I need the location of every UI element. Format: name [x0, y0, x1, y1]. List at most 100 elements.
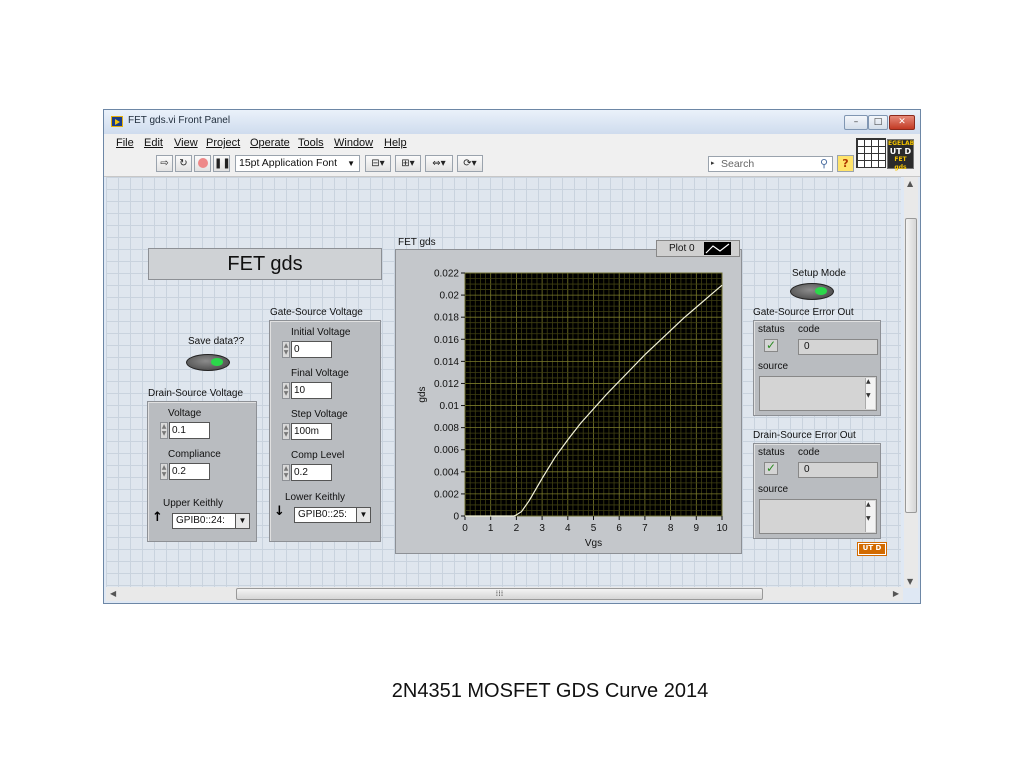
scroll-up-icon[interactable]: ▲: [907, 179, 913, 188]
gs-code-label: code: [798, 324, 820, 335]
ds-status-label: status: [758, 447, 785, 458]
lower-keithly-value: GPIB0::25:: [298, 509, 347, 520]
connector-pane-icon[interactable]: [856, 138, 886, 168]
initial-voltage-label: Initial Voltage: [291, 327, 351, 338]
resize-objects-icon[interactable]: ⇔▾: [425, 155, 453, 172]
step-voltage-field[interactable]: 100m: [291, 423, 332, 440]
final-voltage-increment-icon[interactable]: ▲ ▼: [282, 382, 290, 399]
y-tick-label: 0.022: [434, 269, 459, 280]
x-tick-label: 5: [591, 523, 597, 534]
y-tick-label: 0.008: [434, 423, 459, 434]
comp-level-field[interactable]: 0.2: [291, 464, 332, 481]
ds-source-field[interactable]: ▲ ▼: [759, 499, 877, 534]
ds-compliance-field[interactable]: 0.2: [169, 463, 210, 480]
menu-view[interactable]: View: [174, 137, 198, 149]
vertical-scrollbar[interactable]: ▲ ▼: [904, 177, 918, 588]
scroll-right-icon[interactable]: ▶: [893, 589, 899, 598]
x-tick-label: 7: [642, 523, 648, 534]
gs-code-value: 0: [804, 341, 810, 352]
upper-keithly-value: GPIB0::24:: [176, 515, 225, 526]
chevron-down-icon[interactable]: ▼: [235, 514, 249, 528]
chevron-down-icon[interactable]: ▼: [356, 508, 370, 522]
abort-icon[interactable]: [194, 155, 211, 172]
x-tick-label: 10: [716, 523, 728, 534]
scroll-down-icon[interactable]: ▼: [907, 577, 913, 586]
align-objects-icon[interactable]: ⊟▾: [365, 155, 391, 172]
x-tick-label: 4: [565, 523, 571, 534]
y-tick-label: 0: [453, 512, 459, 523]
context-help-button[interactable]: ?: [837, 155, 854, 172]
comp-level-label: Comp Level: [291, 450, 345, 461]
run-continuously-icon[interactable]: ↻: [175, 155, 192, 172]
drain-source-label: Drain-Source Voltage: [148, 388, 244, 399]
x-tick-label: 8: [668, 523, 674, 534]
ds-compliance-increment-icon[interactable]: ▲ ▼: [160, 463, 168, 480]
x-tick-label: 1: [488, 523, 494, 534]
ds-code-indicator: 0: [798, 462, 878, 478]
arrow-down-icon: ↓: [274, 504, 285, 519]
close-button[interactable]: ✕: [889, 115, 915, 130]
gs-source-field[interactable]: ▲ ▼: [759, 376, 877, 411]
save-data-label: Save data??: [188, 336, 245, 347]
labview-app-icon: [111, 116, 123, 127]
gs-status-check-icon: ✓: [764, 338, 778, 352]
x-tick-label: 2: [514, 523, 520, 534]
vertical-scroll-thumb[interactable]: [905, 218, 917, 513]
menu-project[interactable]: Project: [206, 137, 240, 149]
x-tick-label: 6: [616, 523, 622, 534]
menu-tools[interactable]: Tools: [298, 137, 324, 149]
y-tick-label: 0.014: [434, 357, 459, 368]
gs-source-scrollbar[interactable]: ▲ ▼: [865, 378, 875, 409]
initial-voltage-field[interactable]: 0: [291, 341, 332, 358]
upper-keithly-select[interactable]: GPIB0::24: ▼: [172, 513, 250, 529]
minimize-button[interactable]: –: [844, 115, 868, 130]
x-tick-label: 9: [694, 523, 700, 534]
vi-icon-line-3: FET gds: [894, 156, 907, 171]
initial-voltage-increment-icon[interactable]: ▲ ▼: [282, 341, 290, 358]
ds-error-cluster: status code ✓ 0 source ▲ ▼: [753, 443, 881, 539]
title-bar: FET gds.vi Front Panel – □ ✕: [104, 110, 920, 134]
menu-bar: File Edit View Project Operate Tools Win…: [104, 134, 920, 152]
ds-voltage-field[interactable]: 0.1: [169, 422, 210, 439]
setup-mode-button[interactable]: [790, 283, 834, 300]
gds-chart: 0 1 2 3 4 5 6 7 8 9 10 0 0.002 0.004 0.006 0.008 0.01 0.0…: [417, 269, 728, 550]
search-icon[interactable]: ⚲: [820, 157, 828, 171]
horizontal-scroll-thumb[interactable]: ⁞⁞⁞: [236, 588, 763, 600]
y-tick-label: 0.012: [434, 379, 459, 390]
distribute-objects-icon[interactable]: ⊞▾: [395, 155, 421, 172]
font-select[interactable]: 15pt Application Font ▼: [235, 155, 360, 172]
graph-label: FET gds: [398, 237, 436, 248]
step-voltage-increment-icon[interactable]: ▲ ▼: [282, 423, 290, 440]
scroll-left-icon[interactable]: ◀: [110, 589, 116, 598]
ds-voltage-increment-icon[interactable]: ▲ ▼: [160, 422, 168, 439]
ds-error-label: Drain-Source Error Out: [753, 430, 856, 441]
lower-keithly-select[interactable]: GPIB0::25: ▼: [294, 507, 371, 523]
menu-edit[interactable]: Edit: [144, 137, 163, 149]
y-tick-label: 0.002: [434, 489, 459, 500]
y-tick-label: 0.016: [434, 335, 459, 346]
menu-window[interactable]: Window: [334, 137, 373, 149]
labview-window: FET gds.vi Front Panel – □ ✕ File Edit V…: [103, 109, 921, 604]
ds-status-check-icon: ✓: [764, 461, 778, 475]
gs-code-indicator: 0: [798, 339, 878, 355]
maximize-button[interactable]: □: [868, 115, 888, 130]
save-data-button[interactable]: [186, 354, 230, 371]
pause-icon[interactable]: ❚❚: [213, 155, 231, 172]
x-tick-label: 0: [462, 523, 468, 534]
run-arrow-icon[interactable]: ⇨: [156, 155, 173, 172]
menu-file[interactable]: File: [116, 137, 134, 149]
ds-source-scrollbar[interactable]: ▲ ▼: [865, 501, 875, 532]
y-tick-label: 0.004: [434, 467, 459, 478]
vi-icon[interactable]: EGELAB UT D FET gds: [887, 139, 914, 171]
comp-level-increment-icon[interactable]: ▲ ▼: [282, 464, 290, 481]
panel-title: FET gds: [148, 248, 382, 280]
final-voltage-field[interactable]: 10: [291, 382, 332, 399]
setup-mode-label: Setup Mode: [792, 268, 846, 279]
menu-operate[interactable]: Operate: [250, 137, 290, 149]
search-input[interactable]: ▸ Search ⚲: [708, 156, 833, 172]
window-title: FET gds.vi Front Panel: [128, 115, 231, 126]
menu-help[interactable]: Help: [384, 137, 407, 149]
horizontal-scrollbar[interactable]: ◀ ⁞⁞⁞ ▶: [106, 587, 903, 601]
reorder-icon[interactable]: ⟳▾: [457, 155, 483, 172]
gate-source-label: Gate-Source Voltage: [270, 307, 363, 318]
